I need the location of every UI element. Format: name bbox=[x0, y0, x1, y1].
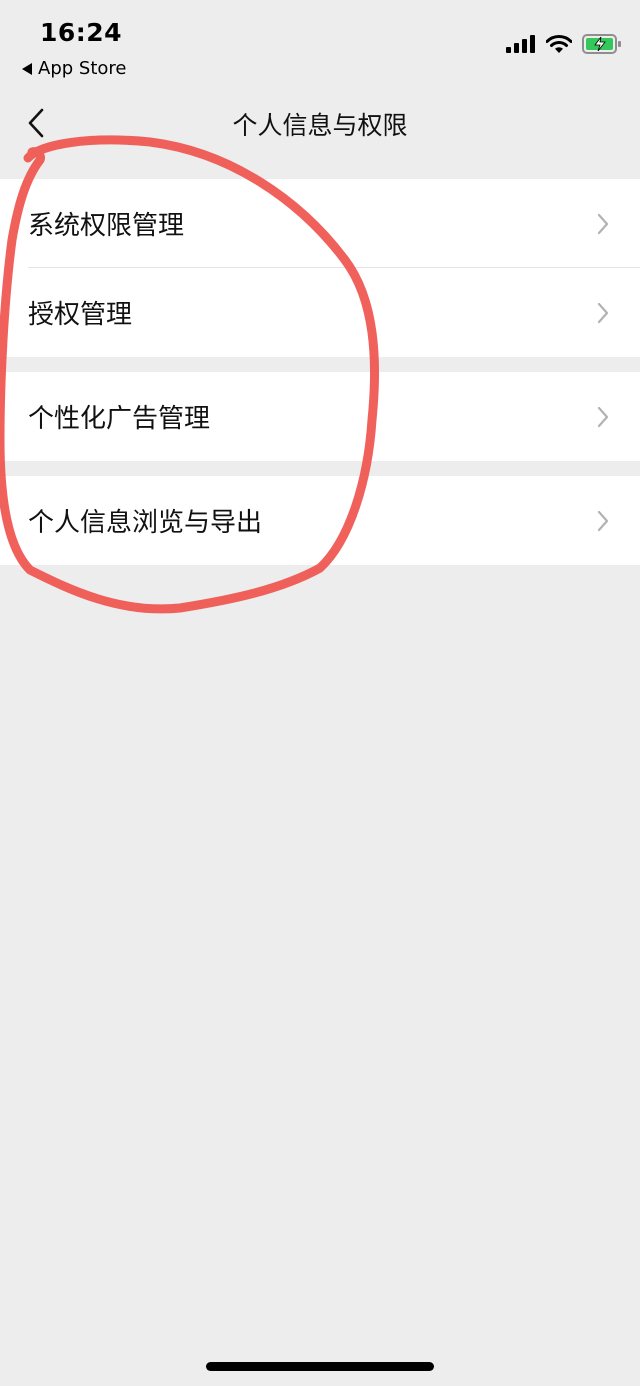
menu-item-label: 授权管理 bbox=[28, 300, 133, 330]
status-bar: 16:24 App Store bbox=[0, 0, 640, 90]
wifi-icon bbox=[546, 34, 572, 53]
home-indicator[interactable] bbox=[206, 1362, 434, 1371]
signal-icon bbox=[506, 35, 535, 53]
chevron-right-icon bbox=[597, 213, 609, 234]
page-title: 个人信息与权限 bbox=[232, 111, 408, 140]
menu-item-system-permissions[interactable]: 系统权限管理 bbox=[0, 179, 640, 268]
nav-bar: 个人信息与权限 bbox=[0, 90, 640, 158]
menu-item-label: 个性化广告管理 bbox=[28, 404, 211, 434]
chevron-right-icon bbox=[597, 302, 609, 323]
status-icons bbox=[506, 34, 622, 54]
menu-item-label: 系统权限管理 bbox=[28, 211, 185, 241]
chevron-right-icon bbox=[597, 510, 609, 531]
settings-group-2: 个性化广告管理 bbox=[0, 372, 640, 461]
back-to-app-link[interactable]: App Store bbox=[22, 58, 126, 79]
back-to-app-label: App Store bbox=[38, 58, 127, 79]
menu-item-authorization[interactable]: 授权管理 bbox=[0, 268, 640, 357]
chevron-right-icon bbox=[597, 406, 609, 427]
settings-group-1: 系统权限管理 授权管理 bbox=[0, 179, 640, 357]
status-time: 16:24 bbox=[40, 18, 123, 47]
battery-charging-icon bbox=[582, 34, 621, 54]
menu-item-personalized-ads[interactable]: 个性化广告管理 bbox=[0, 372, 640, 461]
back-triangle-icon bbox=[22, 62, 32, 75]
menu-item-personal-info-export[interactable]: 个人信息浏览与导出 bbox=[0, 476, 640, 565]
menu-item-label: 个人信息浏览与导出 bbox=[28, 508, 263, 538]
settings-group-3: 个人信息浏览与导出 bbox=[0, 476, 640, 565]
